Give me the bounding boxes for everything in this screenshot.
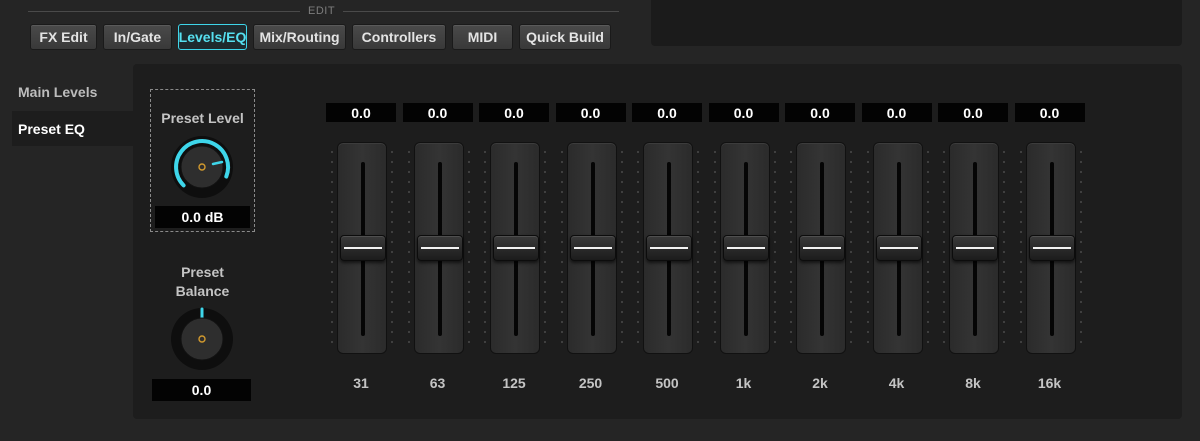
eq-slider-track[interactable] xyxy=(790,142,852,354)
preset-level-value[interactable]: 0.0 dB xyxy=(155,206,250,228)
eq-slider-track[interactable] xyxy=(713,142,776,354)
tab-fx-edit[interactable]: FX Edit xyxy=(30,24,97,50)
rotary-knob-icon[interactable] xyxy=(169,306,235,372)
tab-mix-routing[interactable]: Mix/Routing xyxy=(253,24,346,50)
eq-band-250: 0.0 250 xyxy=(555,103,626,393)
eq-slider-handle[interactable] xyxy=(722,235,769,261)
eq-band-frequency: 250 xyxy=(578,375,603,391)
eq-band-frequency: 4k xyxy=(888,375,905,391)
eq-band-frequency: 63 xyxy=(429,375,446,391)
tab-in-gate[interactable]: In/Gate xyxy=(103,24,172,50)
eq-slider-handle[interactable] xyxy=(1028,235,1075,261)
eq-band-125: 0.0 125 xyxy=(479,103,549,393)
eq-slider-track[interactable] xyxy=(484,142,546,354)
eq-band-1k: 0.0 1k xyxy=(708,103,779,393)
eq-band-8k: 0.0 8k xyxy=(938,103,1008,393)
eq-band-value[interactable]: 0.0 xyxy=(708,103,779,122)
eq-slider-handle[interactable] xyxy=(493,235,539,261)
eq-slider-handle[interactable] xyxy=(569,235,616,261)
tab-levels-eq[interactable]: Levels/EQ xyxy=(178,24,247,50)
eq-slider-handle[interactable] xyxy=(799,235,845,261)
eq-band-frequency: 1k xyxy=(735,375,752,391)
preset-balance-value[interactable]: 0.0 xyxy=(152,379,251,401)
eq-slider-handle[interactable] xyxy=(340,235,386,261)
preset-balance-label-line2: Balance xyxy=(175,283,230,299)
rotary-knob-icon[interactable] xyxy=(169,134,235,200)
eq-band-16k: 0.0 16k xyxy=(1014,103,1085,393)
eq-band-4k: 0.0 4k xyxy=(861,103,932,393)
eq-slider-track[interactable] xyxy=(943,142,1005,354)
eq-band-frequency: 16k xyxy=(1037,375,1062,391)
eq-slider-track[interactable] xyxy=(637,142,699,354)
eq-band-value[interactable]: 0.0 xyxy=(1014,103,1085,122)
eq-band-2k: 0.0 2k xyxy=(785,103,855,393)
eq-slider-track[interactable] xyxy=(1019,142,1082,354)
sidebar-item-preset-eq[interactable]: Preset EQ xyxy=(12,111,134,146)
eq-slider-track[interactable] xyxy=(866,142,929,354)
eq-slider-handle[interactable] xyxy=(416,235,463,261)
eq-band-frequency: 2k xyxy=(812,375,828,391)
tab-midi[interactable]: MIDI xyxy=(452,24,513,50)
eq-slider-handle[interactable] xyxy=(875,235,922,261)
eq-band-value[interactable]: 0.0 xyxy=(632,103,702,122)
eq-band-value[interactable]: 0.0 xyxy=(479,103,549,122)
eq-slider-handle[interactable] xyxy=(646,235,692,261)
eq-slider-track[interactable] xyxy=(560,142,623,354)
eq-band-value[interactable]: 0.0 xyxy=(402,103,473,122)
top-right-panel xyxy=(651,0,1182,46)
eq-band-frequency: 500 xyxy=(655,375,679,391)
eq-band-frequency: 125 xyxy=(502,375,526,391)
sidebar-item-main-levels[interactable]: Main Levels xyxy=(12,74,134,109)
eq-slider-track[interactable] xyxy=(407,142,470,354)
tab-controllers[interactable]: Controllers xyxy=(352,24,446,50)
eq-band-frequency: 31 xyxy=(353,375,369,391)
eq-band-63: 0.0 63 xyxy=(402,103,473,393)
eq-band-500: 0.0 500 xyxy=(632,103,702,393)
tab-quick-build[interactable]: Quick Build xyxy=(519,24,611,50)
preset-balance-label-line1: Preset xyxy=(181,264,224,280)
eq-slider-handle[interactable] xyxy=(952,235,998,261)
eq-band-value[interactable]: 0.0 xyxy=(785,103,855,122)
eq-band-value[interactable]: 0.0 xyxy=(938,103,1008,122)
edit-tabs: FX Edit In/Gate Levels/EQ Mix/Routing Co… xyxy=(30,24,611,50)
preset-level-label: Preset Level xyxy=(161,110,244,126)
eq-band-frequency: 8k xyxy=(965,375,981,391)
edit-divider-right xyxy=(343,11,619,12)
eq-band-value[interactable]: 0.0 xyxy=(326,103,396,122)
eq-band-value[interactable]: 0.0 xyxy=(861,103,932,122)
edit-divider-left xyxy=(28,11,300,12)
eq-band-31: 0.0 31 xyxy=(326,103,396,393)
eq-slider-track[interactable] xyxy=(331,142,393,354)
eq-band-value[interactable]: 0.0 xyxy=(555,103,626,122)
edit-section-label: EDIT xyxy=(308,5,336,17)
